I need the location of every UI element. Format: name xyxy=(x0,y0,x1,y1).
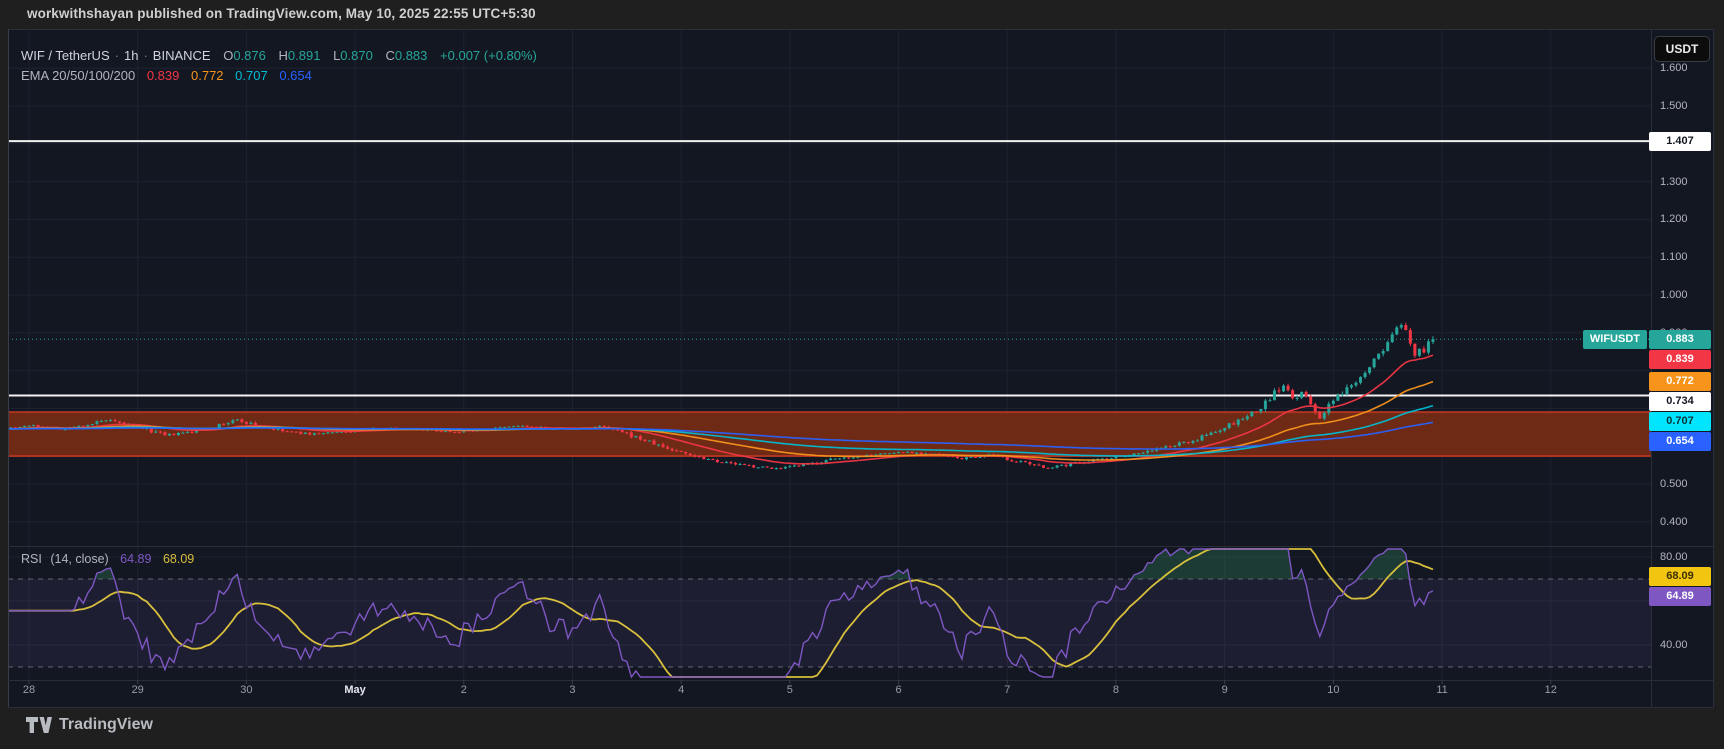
close-label: C xyxy=(385,48,394,63)
high-value: 0.891 xyxy=(288,48,321,63)
rsi-ma-value: 68.09 xyxy=(163,552,194,566)
exchange-label: BINANCE xyxy=(153,48,211,63)
ema20-value: 0.839 xyxy=(147,68,180,83)
change-value: +0.007 (+0.80%) xyxy=(440,48,537,63)
separator: · xyxy=(143,48,147,63)
close-value: 0.883 xyxy=(395,48,428,63)
tradingview-icon xyxy=(26,717,52,733)
low-value: 0.870 xyxy=(340,48,373,63)
high-label: H xyxy=(279,48,288,63)
symbol-title: WIF / TetherUS xyxy=(21,48,110,63)
currency-button[interactable]: USDT xyxy=(1654,36,1710,62)
ema200-value: 0.654 xyxy=(279,68,312,83)
chart-plot-area[interactable] xyxy=(8,29,1651,680)
tradingview-logo[interactable]: TradingView xyxy=(26,716,153,734)
rsi-value: 64.89 xyxy=(120,552,151,566)
interval-label: 1h xyxy=(124,48,138,63)
rsi-title: RSI xyxy=(21,552,42,566)
ema-label: EMA 20/50/100/200 xyxy=(21,68,135,83)
rsi-params: (14, close) xyxy=(50,552,108,566)
rsi-legend[interactable]: RSI (14, close) 64.89 68.09 xyxy=(21,552,194,566)
ema-legend[interactable]: EMA 20/50/100/200 0.839 0.772 0.707 0.65… xyxy=(21,68,312,83)
symbol-header[interactable]: WIF / TetherUS·1h·BINANCE O0.876 H0.891 … xyxy=(21,48,537,63)
tradingview-logo-text: TradingView xyxy=(59,716,153,734)
price-scale[interactable] xyxy=(1651,29,1714,680)
tradingview-window: { "attribution": "workwithshayan publish… xyxy=(0,0,1724,749)
open-label: O xyxy=(223,48,233,63)
open-value: 0.876 xyxy=(233,48,266,63)
ema50-value: 0.772 xyxy=(191,68,224,83)
attribution-bar: workwithshayan published on TradingView.… xyxy=(27,0,536,28)
separator: · xyxy=(115,48,119,63)
ema100-value: 0.707 xyxy=(235,68,268,83)
time-scale[interactable] xyxy=(8,680,1651,707)
